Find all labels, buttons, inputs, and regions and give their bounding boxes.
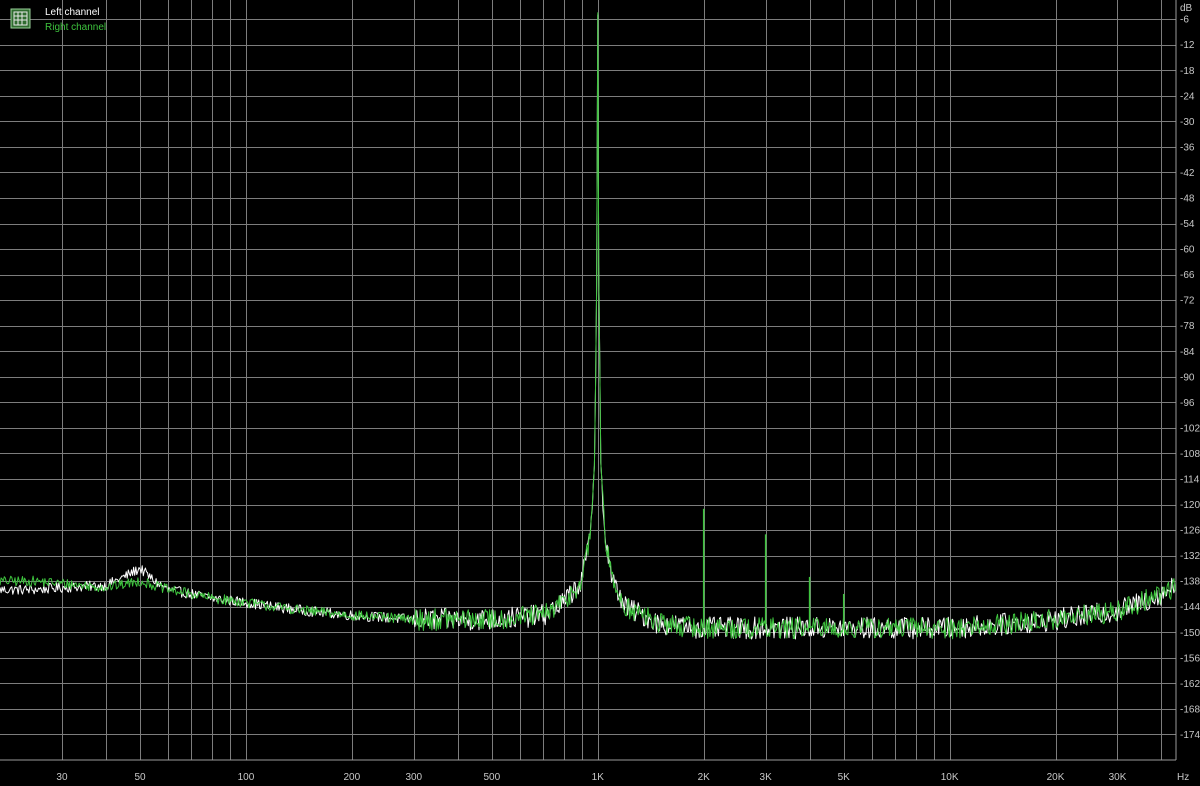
y-tick-label: -114	[1180, 474, 1200, 485]
y-tick-label: -30	[1180, 117, 1195, 128]
y-tick-label: -12	[1180, 40, 1195, 51]
x-tick-label: 500	[484, 772, 501, 783]
y-tick-label: -72	[1180, 296, 1195, 307]
x-tick-label: 2K	[698, 772, 711, 783]
plot-area	[0, 0, 1176, 760]
y-tick-label: -48	[1180, 193, 1195, 204]
y-tick-label: -54	[1180, 219, 1195, 230]
y-tick-label: -108	[1180, 449, 1200, 460]
spectrum-chart: -6 -12 -18 -24 -30 -36 -42 -48 -54 -60 -66 -72 -78 -8…	[0, 0, 1200, 786]
x-tick-label: 30K	[1109, 772, 1127, 783]
y-tick-label: -66	[1180, 270, 1195, 281]
x-tick-label: 10K	[941, 772, 959, 783]
y-tick-label: -78	[1180, 321, 1195, 332]
y-tick-label: -24	[1180, 91, 1195, 102]
y-tick-label: -18	[1180, 66, 1195, 77]
x-tick-label: 30	[56, 772, 68, 783]
y-tick-label: -102	[1180, 423, 1200, 434]
y-tick-label: -156	[1180, 653, 1200, 664]
legend-left-channel: Left channel	[45, 7, 100, 18]
y-tick-label: -96	[1180, 398, 1195, 409]
x-unit-label: Hz	[1177, 772, 1189, 783]
y-tick-label: -36	[1180, 142, 1195, 153]
legend-icon[interactable]	[10, 8, 31, 29]
x-tick-label: 1K	[592, 772, 605, 783]
y-tick-label: -120	[1180, 500, 1200, 511]
y-unit-label: dB	[1180, 3, 1193, 14]
y-tick-label: -84	[1180, 347, 1195, 358]
y-tick-label: -90	[1180, 372, 1195, 383]
y-tick-label: -174	[1180, 730, 1200, 741]
x-tick-label: 100	[238, 772, 255, 783]
y-tick-label: -162	[1180, 679, 1200, 690]
y-tick-label: -42	[1180, 168, 1195, 179]
y-tick-label: -126	[1180, 526, 1200, 537]
x-tick-label: 50	[134, 772, 146, 783]
y-tick-label: -168	[1180, 704, 1200, 715]
y-tick-label: -138	[1180, 577, 1200, 588]
y-tick-label: -144	[1180, 602, 1200, 613]
x-tick-label: 20K	[1047, 772, 1065, 783]
x-tick-label: 200	[343, 772, 360, 783]
x-tick-label: 3K	[760, 772, 773, 783]
x-tick-label: 300	[405, 772, 422, 783]
y-tick-label: -6	[1180, 15, 1189, 26]
x-tick-label: 5K	[838, 772, 851, 783]
legend-right-channel: Right channel	[45, 22, 106, 33]
y-tick-label: -150	[1180, 628, 1200, 639]
y-tick-label: -132	[1180, 551, 1200, 562]
y-tick-label: -60	[1180, 245, 1195, 256]
